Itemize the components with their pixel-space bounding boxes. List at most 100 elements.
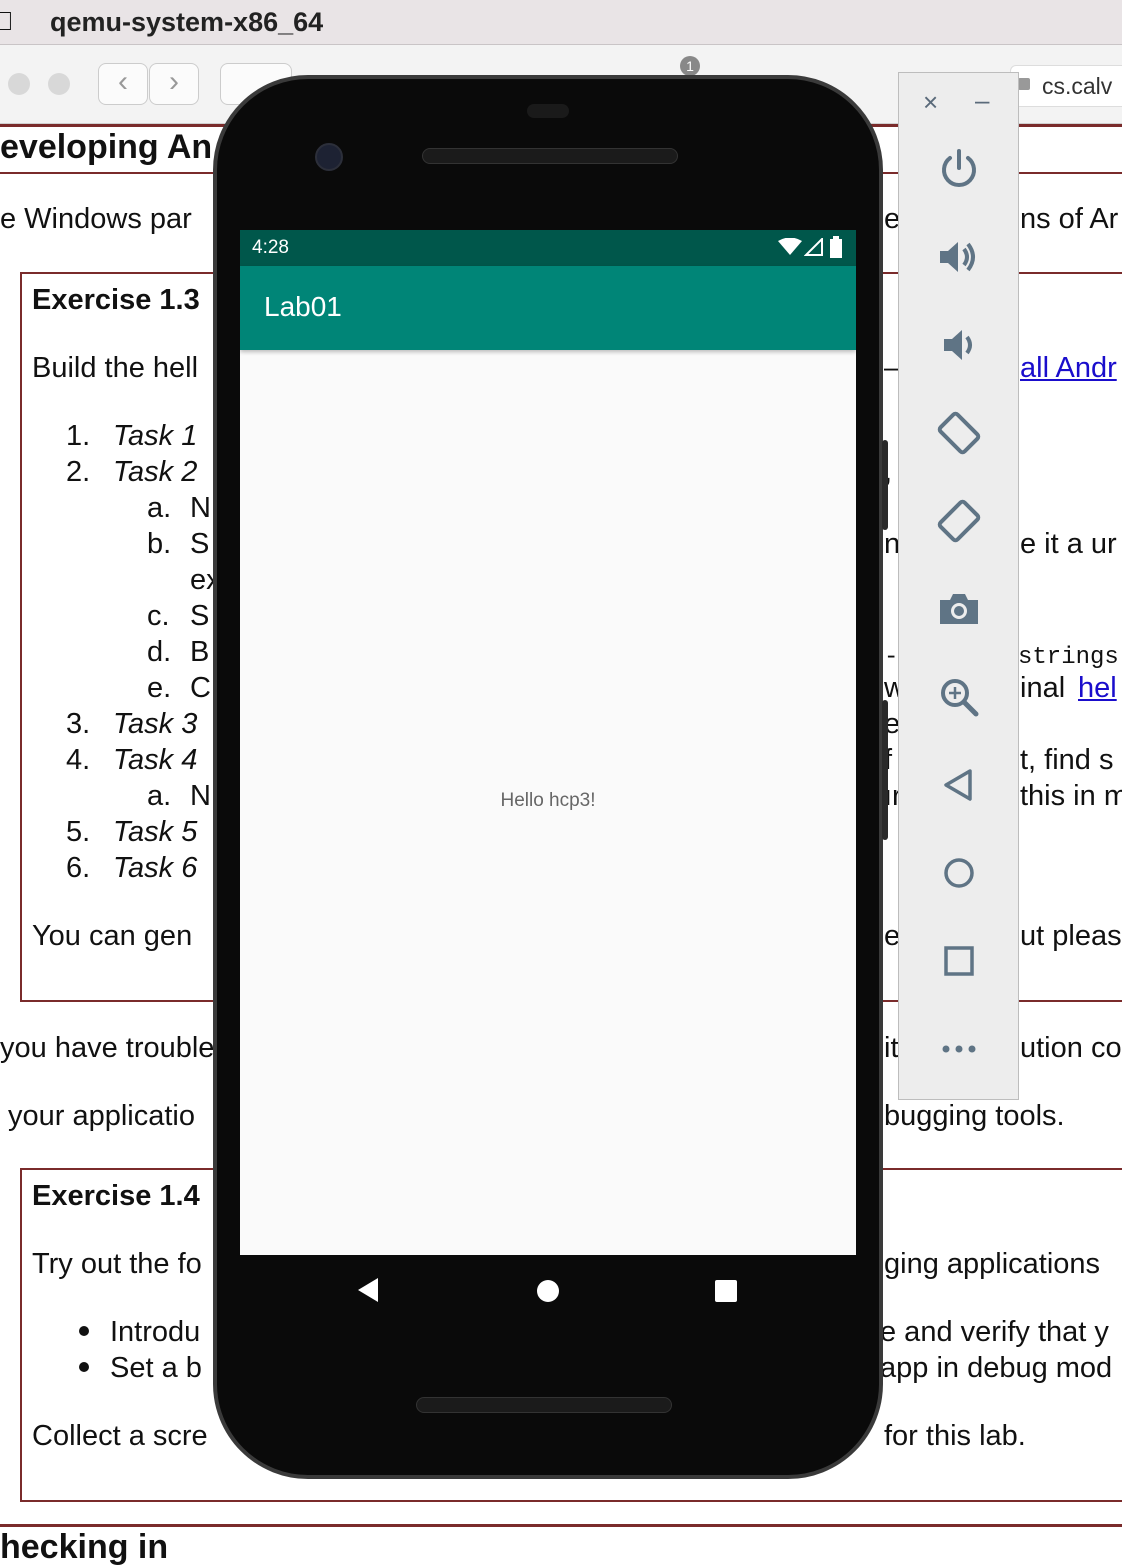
zoom-button[interactable]: [899, 667, 1018, 727]
trouble-text: you have trouble: [0, 1032, 215, 1064]
browser-back-button[interactable]: ‹: [98, 63, 148, 105]
rotate-left-icon: [937, 411, 980, 455]
subtask-text: S: [190, 528, 210, 560]
task-label: Task 4: [113, 744, 198, 776]
subtask-letter: d.: [147, 636, 172, 668]
task-label: Task 2: [113, 456, 198, 488]
hello-link[interactable]: hel: [1078, 672, 1117, 705]
phone-speaker: [416, 1397, 672, 1413]
minimize-icon[interactable]: –: [975, 85, 989, 116]
minimize-window-icon[interactable]: [48, 73, 70, 95]
nav-home-icon[interactable]: [536, 1279, 560, 1303]
text-fragment: inal: [1020, 672, 1066, 704]
signal-icon: [804, 238, 823, 256]
bottom-rule: [0, 1524, 1122, 1527]
front-camera: [315, 143, 343, 171]
task-number: 2.: [66, 456, 91, 488]
subtask-letter: a.: [147, 492, 172, 524]
subtask-text: C: [190, 672, 211, 704]
debug-text: your applicatio: [8, 1100, 195, 1132]
exercise-description: Build the hell: [32, 352, 199, 384]
bullet-text-right: app in debug mod: [880, 1352, 1113, 1384]
install-android-link[interactable]: all Andr: [1020, 352, 1117, 385]
status-bar: 4:28: [240, 230, 856, 266]
app-title: Lab01: [264, 291, 342, 322]
task-number: 1.: [66, 420, 91, 452]
generate-text: You can gen: [32, 920, 193, 952]
text-fragment: this in m: [1020, 780, 1122, 812]
overview-button[interactable]: [899, 931, 1018, 991]
task-number: 3.: [66, 708, 91, 740]
subtask-letter: c.: [147, 600, 170, 632]
intro-text-right: ns of Ar: [1020, 203, 1119, 235]
task-label: Task 3: [113, 708, 198, 740]
task-number: 6.: [66, 852, 91, 884]
home-button[interactable]: [899, 843, 1018, 903]
wifi-icon: [778, 238, 802, 255]
volume-down-button[interactable]: [899, 315, 1018, 375]
text-fragment: e it a ur: [1020, 528, 1117, 560]
overview-icon: [943, 946, 974, 976]
exercise-title: Exercise 1.3: [32, 284, 200, 316]
browser-forward-button[interactable]: ›: [149, 63, 199, 105]
back-button[interactable]: [899, 755, 1018, 815]
emulator-screen[interactable]: 4:28 Lab01 Hello hcp3!: [240, 230, 856, 1255]
exercise-description-right: ging applications: [884, 1248, 1101, 1280]
trouble-text-mid: it: [884, 1032, 899, 1064]
phone-earpiece: [422, 148, 678, 164]
rotate-right-button[interactable]: [899, 491, 1018, 551]
subtask-letter: e.: [147, 672, 172, 704]
subtask-letter: b.: [147, 528, 172, 560]
subtask-text: N: [190, 492, 211, 524]
hello-textview: Hello hcp3!: [500, 790, 596, 811]
debug-text-right: bugging tools.: [884, 1100, 1065, 1132]
close-icon[interactable]: ×: [923, 87, 938, 118]
power-button[interactable]: [899, 139, 1018, 199]
rotate-left-button[interactable]: [899, 403, 1018, 463]
home-icon: [943, 858, 974, 888]
battery-icon: [830, 236, 842, 258]
zoom-icon: [940, 679, 978, 717]
camera-icon: [939, 594, 978, 624]
task-label: Task 5: [113, 816, 198, 848]
address-bar-text: cs.calv: [1042, 73, 1113, 99]
subtask-letter: a.: [147, 780, 172, 812]
app-toolbar: Lab01: [240, 266, 856, 350]
nav-back-icon[interactable]: [356, 1277, 380, 1303]
more-button[interactable]: [899, 1019, 1018, 1079]
phone-power-button: [882, 700, 888, 840]
subtask-text: N: [190, 780, 211, 812]
bullet: [79, 1362, 89, 1372]
volume-up-button[interactable]: [899, 227, 1018, 287]
android-nav-bar: [240, 1255, 856, 1325]
exercise-title: Exercise 1.4: [32, 1180, 200, 1212]
collect-text: Collect a scre: [32, 1420, 208, 1452]
phone-volume-button: [882, 440, 888, 530]
section-heading: hecking in: [0, 1528, 169, 1566]
exercise-description: Try out the fo: [32, 1248, 202, 1280]
close-window-icon[interactable]: [8, 73, 30, 95]
section-heading: eveloping An: [0, 128, 213, 166]
task-label: Task 6: [113, 852, 198, 884]
task-label: Task 1: [113, 420, 198, 452]
lock-icon: [1018, 78, 1030, 90]
task-number: 5.: [66, 816, 91, 848]
subtask-text: B: [190, 636, 210, 668]
nav-overview-icon[interactable]: [714, 1279, 738, 1303]
power-icon: [941, 149, 976, 187]
intro-text: e Windows par: [0, 203, 192, 235]
code-fragment: strings: [1018, 644, 1119, 671]
bullet-text: Set a b: [110, 1352, 202, 1384]
emulator-toolbar: × –: [898, 72, 1019, 1100]
rotate-right-icon: [937, 499, 980, 543]
apple-menu-icon[interactable]: : [0, 6, 14, 37]
trouble-text-right: ution co: [1020, 1032, 1122, 1064]
window-title: qemu-system-x86_64: [50, 7, 324, 37]
screenshot-button[interactable]: [899, 579, 1018, 639]
back-icon: [943, 769, 972, 801]
bullet: [79, 1326, 89, 1336]
task-number: 4.: [66, 744, 91, 776]
bullet-text-right: e and verify that y: [880, 1316, 1109, 1348]
subtask-text: S: [190, 600, 210, 632]
more-icon: [942, 1045, 975, 1053]
